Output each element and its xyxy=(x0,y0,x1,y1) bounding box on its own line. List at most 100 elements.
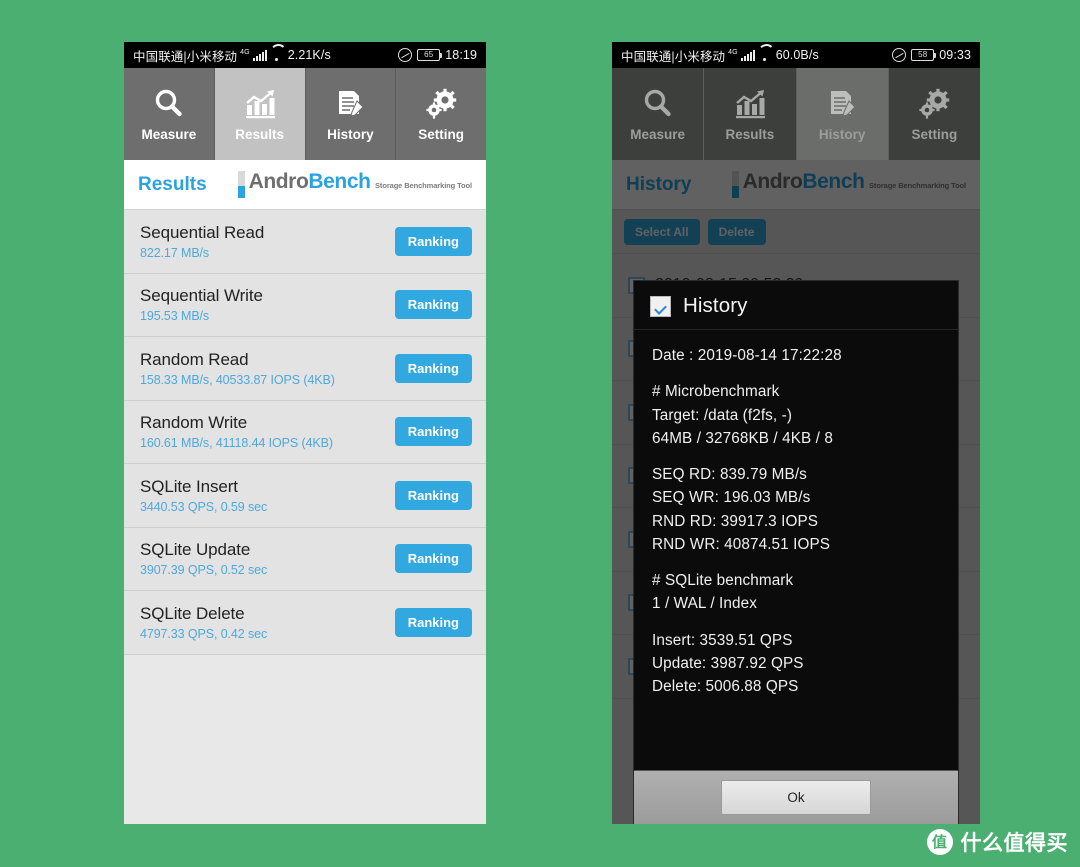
result-value: 158.33 MB/s, 40533.87 IOPS (4KB) xyxy=(140,372,335,387)
bar-chart-icon xyxy=(243,86,277,122)
dialog-line: RND RD: 39917.3 IOPS xyxy=(652,512,819,530)
network-type-label: 4G xyxy=(240,48,250,56)
screenshot-canvas: 中国联通|小米移动 4G 2.21K/s 65 18:19 Measure Re… xyxy=(0,0,1080,867)
history-screen: History AndroBench Storage Benchmarking … xyxy=(612,160,980,824)
dialog-line-blank xyxy=(652,367,940,380)
watermark: 值 什么值得买 xyxy=(926,827,1069,857)
tab-results[interactable]: Results xyxy=(213,68,305,160)
results-header: Results AndroBench Storage Benchmarking … xyxy=(124,160,486,210)
checkbox-checked-icon xyxy=(650,295,671,317)
history-detail-dialog: History Date : 2019-08-14 17:22:28 # Mic… xyxy=(633,280,959,824)
tab-measure-label: Measure xyxy=(630,127,686,142)
dialog-line: Delete: 5006.88 QPS xyxy=(652,678,799,695)
table-row[interactable]: Sequential Read 822.17 MB/s Ranking xyxy=(124,210,486,274)
document-pencil-icon xyxy=(333,86,367,122)
dialog-line: Target: /data (f2fs, -) xyxy=(652,406,793,424)
table-row[interactable]: SQLite Update 3907.39 QPS, 0.52 sec Ranki… xyxy=(124,527,486,591)
gears-icon xyxy=(424,86,458,122)
tab-history[interactable]: History xyxy=(795,68,888,160)
magnifier-icon xyxy=(641,86,675,122)
result-name: SQLite Update xyxy=(140,540,251,560)
ranking-button[interactable]: Ranking xyxy=(394,544,472,574)
tab-setting[interactable]: Setting xyxy=(887,68,980,160)
ranking-button[interactable]: Ranking xyxy=(394,226,472,256)
status-bar-right: 中国联通|小米移动 4G 60.0B/s 58 09:33 xyxy=(612,42,980,68)
bar-chart-icon xyxy=(733,86,767,122)
result-name: Sequential Write xyxy=(140,286,263,306)
logo-bench-text: Bench xyxy=(308,170,371,193)
tab-results-label: Results xyxy=(235,127,285,142)
battery-icon: 58 xyxy=(911,49,937,61)
signal-bars-icon xyxy=(252,49,267,61)
gears-icon xyxy=(917,86,951,122)
dialog-button-bar: Ok xyxy=(634,770,958,824)
battery-level-label: 65 xyxy=(424,50,434,59)
dialog-line-blank xyxy=(652,616,940,629)
document-pencil-icon xyxy=(825,86,859,122)
dialog-line: 1 / WAL / Index xyxy=(652,595,757,613)
clock-label: 18:19 xyxy=(445,48,477,62)
tab-measure[interactable]: Measure xyxy=(124,68,214,160)
result-value: 160.61 MB/s, 41118.44 IOPS (4KB) xyxy=(140,436,333,451)
dialog-line: SEQ RD: 839.79 MB/s xyxy=(652,466,807,483)
dialog-line: Date : 2019-08-14 17:22:28 xyxy=(652,347,842,364)
logo-andro-text: Andro xyxy=(248,170,309,193)
result-name: Random Write xyxy=(140,413,248,433)
dialog-line-blank xyxy=(652,556,940,569)
dialog-line: RND WR: 40874.51 IOPS xyxy=(652,535,831,553)
dialog-body: Date : 2019-08-14 17:22:28 # Microbenchm… xyxy=(634,330,958,770)
table-row[interactable]: Random Write 160.61 MB/s, 41118.44 IOPS (… xyxy=(124,400,486,464)
dialog-line: 64MB / 32768KB / 4KB / 8 xyxy=(652,429,833,447)
dialog-line: SEQ WR: 196.03 MB/s xyxy=(652,489,811,507)
dialog-title-bar: History xyxy=(634,281,958,330)
table-row[interactable]: SQLite Insert 3440.53 QPS, 0.59 sec Ranki… xyxy=(124,464,486,528)
dialog-line: Insert: 3539.51 QPS xyxy=(652,631,793,649)
wifi-icon xyxy=(758,50,771,61)
ranking-button[interactable]: Ranking xyxy=(394,480,472,510)
ranking-button[interactable]: Ranking xyxy=(394,290,472,320)
logo-tagline: Storage Benchmarking Tool xyxy=(375,181,472,190)
tab-setting-label: Setting xyxy=(418,127,464,142)
carrier-label: 中国联通|小米移动 xyxy=(621,49,726,64)
phone-screenshot-left: 中国联通|小米移动 4G 2.21K/s 65 18:19 Measure Re… xyxy=(124,42,486,824)
result-name: Random Read xyxy=(140,349,249,369)
tab-history[interactable]: History xyxy=(304,68,396,160)
tab-results[interactable]: Results xyxy=(703,68,796,160)
network-speed-label: 60.0B/s xyxy=(775,48,819,62)
battery-level-label: 58 xyxy=(918,50,928,59)
result-value: 4797.33 QPS, 0.42 sec xyxy=(140,626,268,641)
logo-mark-icon xyxy=(237,171,245,198)
table-row[interactable]: Sequential Write 195.53 MB/s Ranking xyxy=(124,273,486,337)
smzdm-badge-icon: 值 xyxy=(926,829,953,855)
phone-screenshot-right: 中国联通|小米移动 4G 60.0B/s 58 09:33 Measure Re… xyxy=(612,42,980,824)
result-value: 3440.53 QPS, 0.59 sec xyxy=(140,499,268,514)
watermark-text: 什么值得买 xyxy=(960,832,1068,855)
page-title: Results xyxy=(138,173,207,195)
results-list[interactable]: Sequential Read 822.17 MB/s Ranking Seque… xyxy=(124,210,486,824)
network-type-label: 4G xyxy=(728,48,738,56)
dialog-line: Update: 3987.92 QPS xyxy=(652,654,804,672)
table-row[interactable]: SQLite Delete 4797.33 QPS, 0.42 sec Ranki… xyxy=(124,591,486,655)
tab-bar-left: Measure Results History Setting xyxy=(124,68,486,160)
ranking-button[interactable]: Ranking xyxy=(394,353,472,383)
clock-label: 09:33 xyxy=(939,48,971,62)
table-row[interactable]: Random Read 158.33 MB/s, 40533.87 IOPS (4… xyxy=(124,337,486,401)
tab-setting-label: Setting xyxy=(911,127,958,142)
status-bar-left: 中国联通|小米移动 4G 2.21K/s 65 18:19 xyxy=(124,42,486,68)
result-name: SQLite Delete xyxy=(140,603,245,623)
result-value: 195.53 MB/s xyxy=(140,309,210,324)
dialog-title: History xyxy=(683,294,748,317)
wifi-icon xyxy=(270,50,283,61)
ranking-button[interactable]: Ranking xyxy=(394,607,472,637)
result-value: 822.17 MB/s xyxy=(140,245,210,260)
tab-history-label: History xyxy=(327,127,374,142)
network-speed-label: 2.21K/s xyxy=(287,48,331,62)
carrier-label: 中国联通|小米移动 xyxy=(133,49,238,64)
tab-measure[interactable]: Measure xyxy=(612,68,704,160)
ranking-button[interactable]: Ranking xyxy=(394,417,472,447)
results-empty-area xyxy=(124,654,486,824)
dialog-line-blank xyxy=(652,450,940,463)
dialog-line: # Microbenchmark xyxy=(652,383,780,401)
tab-setting[interactable]: Setting xyxy=(395,68,486,160)
ok-button[interactable]: Ok xyxy=(721,780,871,815)
